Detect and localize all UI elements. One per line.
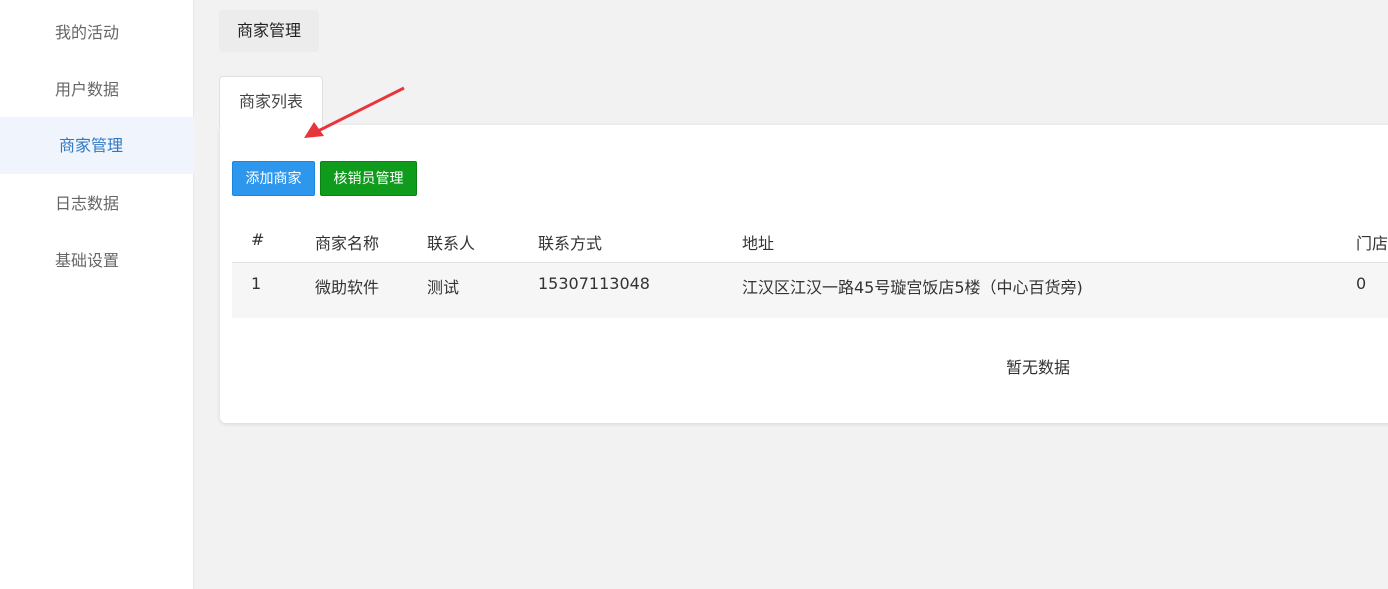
annotation-arrow-icon: [304, 86, 405, 138]
sidebar-item-merchant-management[interactable]: 商家管理: [0, 117, 194, 174]
column-header-contact-person: 联系人: [427, 234, 476, 253]
column-header-merchant-name: 商家名称: [315, 234, 380, 253]
column-header-address: 地址: [742, 234, 775, 253]
sidebar-item-user-data[interactable]: 用户数据: [0, 61, 194, 118]
verifier-management-button[interactable]: 核销员管理: [320, 161, 417, 196]
cell-store-count: 0: [1356, 274, 1367, 293]
cell-index: 1: [251, 274, 262, 293]
cell-address: 江汉区江汉一路45号璇宫饭店5楼（中心百货旁): [742, 278, 1083, 297]
add-merchant-button[interactable]: 添加商家: [232, 161, 315, 196]
sidebar-item-log-data[interactable]: 日志数据: [0, 175, 194, 232]
column-header-index: #: [251, 230, 265, 249]
empty-state-text: 暂无数据: [1006, 358, 1071, 377]
breadcrumb: 商家管理: [219, 10, 320, 52]
column-header-stores: 门店: [1356, 234, 1388, 253]
cell-merchant-name: 微助软件: [315, 278, 380, 297]
sidebar-item-my-activities[interactable]: 我的活动: [0, 4, 194, 61]
cell-contact-person: 测试: [427, 278, 460, 297]
breadcrumb-current: 商家管理: [237, 21, 302, 40]
sidebar: 我的活动 用户数据 商家管理 日志数据 基础设置: [0, 0, 194, 589]
column-header-contact-info: 联系方式: [538, 234, 603, 253]
sidebar-item-basic-settings[interactable]: 基础设置: [0, 232, 194, 289]
cell-contact-info: 15307113048: [538, 274, 650, 293]
